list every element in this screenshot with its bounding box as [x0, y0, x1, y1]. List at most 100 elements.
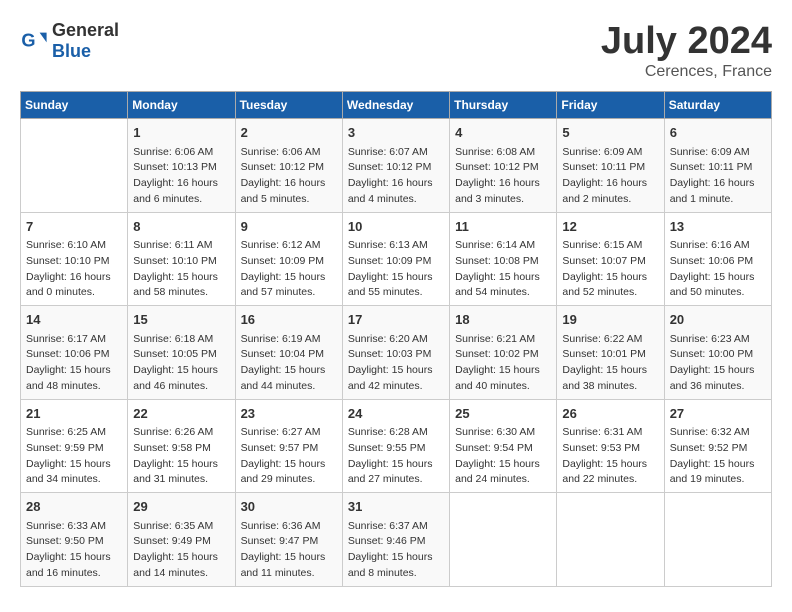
- day-info: Sunrise: 6:20 AM Sunset: 10:03 PM Daylig…: [348, 332, 444, 395]
- weekday-header-thursday: Thursday: [450, 92, 557, 119]
- day-cell: 14Sunrise: 6:17 AM Sunset: 10:06 PM Dayl…: [21, 306, 128, 400]
- day-info: Sunrise: 6:06 AM Sunset: 10:13 PM Daylig…: [133, 145, 229, 208]
- day-info: Sunrise: 6:08 AM Sunset: 10:12 PM Daylig…: [455, 145, 551, 208]
- day-cell: 22Sunrise: 6:26 AM Sunset: 9:58 PM Dayli…: [128, 399, 235, 493]
- day-number: 21: [26, 404, 122, 424]
- day-number: 20: [670, 310, 766, 330]
- day-number: 28: [26, 497, 122, 517]
- day-cell: 30Sunrise: 6:36 AM Sunset: 9:47 PM Dayli…: [235, 493, 342, 587]
- day-number: 25: [455, 404, 551, 424]
- weekday-header-monday: Monday: [128, 92, 235, 119]
- day-cell: 9Sunrise: 6:12 AM Sunset: 10:09 PM Dayli…: [235, 212, 342, 306]
- day-number: 23: [241, 404, 337, 424]
- day-number: 7: [26, 217, 122, 237]
- day-number: 4: [455, 123, 551, 143]
- day-cell: 1Sunrise: 6:06 AM Sunset: 10:13 PM Dayli…: [128, 119, 235, 213]
- day-number: 27: [670, 404, 766, 424]
- week-row-1: 1Sunrise: 6:06 AM Sunset: 10:13 PM Dayli…: [21, 119, 772, 213]
- logo-blue-text: Blue: [52, 41, 91, 61]
- day-number: 29: [133, 497, 229, 517]
- day-info: Sunrise: 6:27 AM Sunset: 9:57 PM Dayligh…: [241, 425, 337, 488]
- day-cell: [450, 493, 557, 587]
- title-block: July 2024 Cerences, France: [601, 20, 772, 81]
- weekday-header-row: SundayMondayTuesdayWednesdayThursdayFrid…: [21, 92, 772, 119]
- day-number: 11: [455, 217, 551, 237]
- day-number: 12: [562, 217, 658, 237]
- day-cell: 20Sunrise: 6:23 AM Sunset: 10:00 PM Dayl…: [664, 306, 771, 400]
- day-number: 19: [562, 310, 658, 330]
- day-cell: 5Sunrise: 6:09 AM Sunset: 10:11 PM Dayli…: [557, 119, 664, 213]
- day-info: Sunrise: 6:09 AM Sunset: 10:11 PM Daylig…: [562, 145, 658, 208]
- day-cell: 17Sunrise: 6:20 AM Sunset: 10:03 PM Dayl…: [342, 306, 449, 400]
- day-info: Sunrise: 6:37 AM Sunset: 9:46 PM Dayligh…: [348, 519, 444, 582]
- day-info: Sunrise: 6:12 AM Sunset: 10:09 PM Daylig…: [241, 238, 337, 301]
- calendar-location: Cerences, France: [601, 63, 772, 81]
- day-info: Sunrise: 6:23 AM Sunset: 10:00 PM Daylig…: [670, 332, 766, 395]
- day-number: 16: [241, 310, 337, 330]
- day-info: Sunrise: 6:15 AM Sunset: 10:07 PM Daylig…: [562, 238, 658, 301]
- day-cell: 26Sunrise: 6:31 AM Sunset: 9:53 PM Dayli…: [557, 399, 664, 493]
- day-info: Sunrise: 6:06 AM Sunset: 10:12 PM Daylig…: [241, 145, 337, 208]
- day-number: 31: [348, 497, 444, 517]
- day-cell: 7Sunrise: 6:10 AM Sunset: 10:10 PM Dayli…: [21, 212, 128, 306]
- day-info: Sunrise: 6:07 AM Sunset: 10:12 PM Daylig…: [348, 145, 444, 208]
- page-header: G General Blue July 2024 Cerences, Franc…: [20, 20, 772, 81]
- day-number: 9: [241, 217, 337, 237]
- day-info: Sunrise: 6:22 AM Sunset: 10:01 PM Daylig…: [562, 332, 658, 395]
- day-cell: 25Sunrise: 6:30 AM Sunset: 9:54 PM Dayli…: [450, 399, 557, 493]
- day-info: Sunrise: 6:18 AM Sunset: 10:05 PM Daylig…: [133, 332, 229, 395]
- day-cell: 10Sunrise: 6:13 AM Sunset: 10:09 PM Dayl…: [342, 212, 449, 306]
- day-number: 1: [133, 123, 229, 143]
- day-number: 18: [455, 310, 551, 330]
- day-number: 26: [562, 404, 658, 424]
- calendar-title: July 2024: [601, 20, 772, 63]
- day-number: 8: [133, 217, 229, 237]
- week-row-2: 7Sunrise: 6:10 AM Sunset: 10:10 PM Dayli…: [21, 212, 772, 306]
- day-info: Sunrise: 6:13 AM Sunset: 10:09 PM Daylig…: [348, 238, 444, 301]
- day-cell: 4Sunrise: 6:08 AM Sunset: 10:12 PM Dayli…: [450, 119, 557, 213]
- day-cell: 3Sunrise: 6:07 AM Sunset: 10:12 PM Dayli…: [342, 119, 449, 213]
- day-info: Sunrise: 6:10 AM Sunset: 10:10 PM Daylig…: [26, 238, 122, 301]
- day-cell: [557, 493, 664, 587]
- weekday-header-wednesday: Wednesday: [342, 92, 449, 119]
- day-number: 13: [670, 217, 766, 237]
- day-info: Sunrise: 6:14 AM Sunset: 10:08 PM Daylig…: [455, 238, 551, 301]
- day-info: Sunrise: 6:26 AM Sunset: 9:58 PM Dayligh…: [133, 425, 229, 488]
- day-number: 30: [241, 497, 337, 517]
- logo: G General Blue: [20, 20, 119, 62]
- week-row-5: 28Sunrise: 6:33 AM Sunset: 9:50 PM Dayli…: [21, 493, 772, 587]
- week-row-3: 14Sunrise: 6:17 AM Sunset: 10:06 PM Dayl…: [21, 306, 772, 400]
- day-number: 3: [348, 123, 444, 143]
- weekday-header-friday: Friday: [557, 92, 664, 119]
- day-cell: 21Sunrise: 6:25 AM Sunset: 9:59 PM Dayli…: [21, 399, 128, 493]
- day-info: Sunrise: 6:21 AM Sunset: 10:02 PM Daylig…: [455, 332, 551, 395]
- day-number: 15: [133, 310, 229, 330]
- day-info: Sunrise: 6:11 AM Sunset: 10:10 PM Daylig…: [133, 238, 229, 301]
- day-info: Sunrise: 6:17 AM Sunset: 10:06 PM Daylig…: [26, 332, 122, 395]
- day-info: Sunrise: 6:35 AM Sunset: 9:49 PM Dayligh…: [133, 519, 229, 582]
- day-info: Sunrise: 6:25 AM Sunset: 9:59 PM Dayligh…: [26, 425, 122, 488]
- svg-text:G: G: [21, 31, 35, 51]
- day-cell: 15Sunrise: 6:18 AM Sunset: 10:05 PM Dayl…: [128, 306, 235, 400]
- logo-general-text: General: [52, 20, 119, 40]
- day-cell: [664, 493, 771, 587]
- day-info: Sunrise: 6:31 AM Sunset: 9:53 PM Dayligh…: [562, 425, 658, 488]
- calendar-table: SundayMondayTuesdayWednesdayThursdayFrid…: [20, 91, 772, 587]
- day-number: 24: [348, 404, 444, 424]
- day-cell: 19Sunrise: 6:22 AM Sunset: 10:01 PM Dayl…: [557, 306, 664, 400]
- day-cell: 16Sunrise: 6:19 AM Sunset: 10:04 PM Dayl…: [235, 306, 342, 400]
- day-cell: 12Sunrise: 6:15 AM Sunset: 10:07 PM Dayl…: [557, 212, 664, 306]
- logo-icon: G: [20, 27, 48, 55]
- day-info: Sunrise: 6:16 AM Sunset: 10:06 PM Daylig…: [670, 238, 766, 301]
- day-info: Sunrise: 6:36 AM Sunset: 9:47 PM Dayligh…: [241, 519, 337, 582]
- weekday-header-saturday: Saturday: [664, 92, 771, 119]
- day-number: 6: [670, 123, 766, 143]
- day-info: Sunrise: 6:09 AM Sunset: 10:11 PM Daylig…: [670, 145, 766, 208]
- day-number: 14: [26, 310, 122, 330]
- week-row-4: 21Sunrise: 6:25 AM Sunset: 9:59 PM Dayli…: [21, 399, 772, 493]
- day-cell: 29Sunrise: 6:35 AM Sunset: 9:49 PM Dayli…: [128, 493, 235, 587]
- day-cell: 28Sunrise: 6:33 AM Sunset: 9:50 PM Dayli…: [21, 493, 128, 587]
- day-cell: 27Sunrise: 6:32 AM Sunset: 9:52 PM Dayli…: [664, 399, 771, 493]
- day-info: Sunrise: 6:19 AM Sunset: 10:04 PM Daylig…: [241, 332, 337, 395]
- day-info: Sunrise: 6:28 AM Sunset: 9:55 PM Dayligh…: [348, 425, 444, 488]
